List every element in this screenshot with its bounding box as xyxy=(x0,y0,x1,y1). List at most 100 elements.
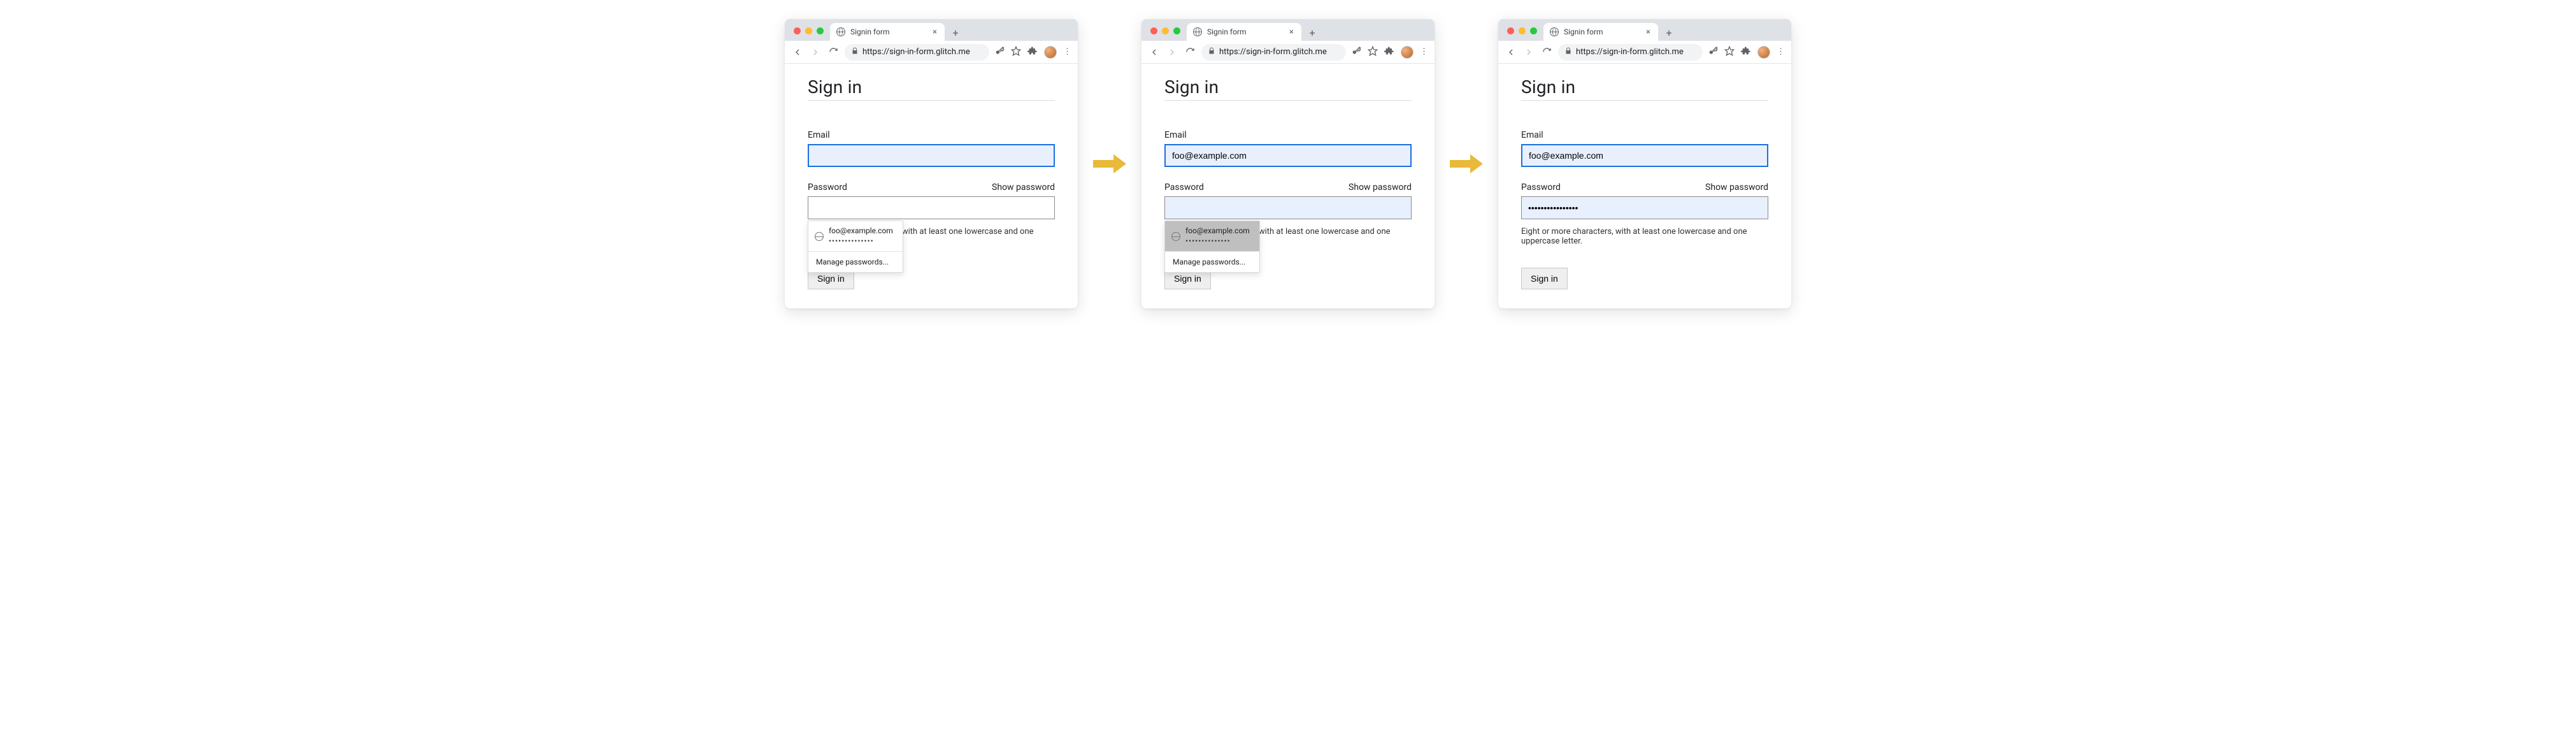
url-text: https://sign-in-form.glitch.me xyxy=(862,47,970,57)
star-icon[interactable] xyxy=(1011,46,1021,59)
globe-icon xyxy=(815,232,824,241)
page-content: Sign in Email Password Show password Eig… xyxy=(785,64,1078,308)
signin-button[interactable]: Sign in xyxy=(1521,268,1568,289)
close-window-button[interactable] xyxy=(1507,27,1514,34)
tab-strip: Signin form × + xyxy=(1498,19,1791,41)
divider xyxy=(1164,100,1412,101)
menu-button[interactable]: ⋮ xyxy=(1420,48,1428,56)
key-icon[interactable] xyxy=(1708,46,1718,59)
star-icon[interactable] xyxy=(1724,46,1735,59)
show-password-toggle[interactable]: Show password xyxy=(992,182,1055,192)
close-window-button[interactable] xyxy=(794,27,801,34)
browser-window: Signin form × + https://sign-in-form.gli… xyxy=(1498,19,1791,308)
show-password-toggle[interactable]: Show password xyxy=(1705,182,1768,192)
page-content: Sign in Email Password Show password Eig… xyxy=(1498,64,1791,308)
page-title: Sign in xyxy=(1164,76,1412,98)
lock-icon xyxy=(1564,47,1572,57)
reload-button[interactable] xyxy=(1184,46,1196,59)
extensions-icon[interactable] xyxy=(1741,46,1751,59)
autofill-dropdown: foo@example.com •••••••••••••• Manage pa… xyxy=(1164,221,1260,273)
forward-button[interactable] xyxy=(1522,46,1535,59)
tab-title: Signin form xyxy=(1564,27,1640,36)
email-field[interactable] xyxy=(1521,144,1768,167)
password-label: Password xyxy=(1521,182,1561,192)
reload-button[interactable] xyxy=(827,46,840,59)
password-label: Password xyxy=(1164,182,1204,192)
maximize-window-button[interactable] xyxy=(817,27,824,34)
browser-tab[interactable]: Signin form × xyxy=(830,23,945,41)
email-label: Email xyxy=(808,130,1055,140)
maximize-window-button[interactable] xyxy=(1530,27,1537,34)
close-window-button[interactable] xyxy=(1150,27,1157,34)
autofill-email: foo@example.com xyxy=(829,226,893,236)
browser-toolbar: https://sign-in-form.glitch.me ⋮ xyxy=(1141,41,1435,64)
close-tab-button[interactable]: × xyxy=(1645,27,1652,37)
new-tab-button[interactable]: + xyxy=(1661,24,1677,41)
browser-window: Signin form × + https://sign-in-form.gli… xyxy=(1141,19,1435,308)
extensions-icon[interactable] xyxy=(1027,46,1038,59)
browser-toolbar: https://sign-in-form.glitch.me ⋮ xyxy=(1498,41,1791,64)
star-icon[interactable] xyxy=(1368,46,1378,59)
tab-title: Signin form xyxy=(1207,27,1283,36)
menu-button[interactable]: ⋮ xyxy=(1777,48,1785,56)
close-tab-button[interactable]: × xyxy=(1288,27,1295,37)
page-title: Sign in xyxy=(808,76,1055,98)
profile-avatar[interactable] xyxy=(1401,46,1413,59)
window-controls xyxy=(1147,27,1187,41)
url-text: https://sign-in-form.glitch.me xyxy=(1576,47,1684,57)
email-field[interactable] xyxy=(1164,144,1412,167)
reload-button[interactable] xyxy=(1540,46,1553,59)
show-password-toggle[interactable]: Show password xyxy=(1349,182,1412,192)
lock-icon xyxy=(851,47,859,57)
browser-tab[interactable]: Signin form × xyxy=(1187,23,1301,41)
profile-avatar[interactable] xyxy=(1044,46,1057,59)
globe-icon xyxy=(836,27,845,36)
minimize-window-button[interactable] xyxy=(805,27,812,34)
address-bar[interactable]: https://sign-in-form.glitch.me xyxy=(1558,44,1703,61)
minimize-window-button[interactable] xyxy=(1519,27,1526,34)
back-button[interactable] xyxy=(791,46,804,59)
email-field[interactable] xyxy=(808,144,1055,167)
autofill-password-mask: •••••••••••••• xyxy=(1185,236,1250,247)
autofill-dropdown: foo@example.com •••••••••••••• Manage pa… xyxy=(808,221,903,273)
close-tab-button[interactable]: × xyxy=(931,27,938,37)
maximize-window-button[interactable] xyxy=(1173,27,1180,34)
key-icon[interactable] xyxy=(994,46,1005,59)
address-bar[interactable]: https://sign-in-form.glitch.me xyxy=(845,44,989,61)
browser-window: Signin form × + https://sign-in-form.gli… xyxy=(785,19,1078,308)
autofill-email: foo@example.com xyxy=(1185,226,1250,236)
password-hint: Eight or more characters, with at least … xyxy=(1521,227,1768,246)
manage-passwords-link[interactable]: Manage passwords... xyxy=(1165,252,1259,272)
new-tab-button[interactable]: + xyxy=(947,24,964,41)
password-field[interactable] xyxy=(1521,196,1768,219)
profile-avatar[interactable] xyxy=(1757,46,1770,59)
forward-button[interactable] xyxy=(1166,46,1178,59)
lock-icon xyxy=(1208,47,1215,57)
back-button[interactable] xyxy=(1148,46,1161,59)
browser-tab[interactable]: Signin form × xyxy=(1543,23,1658,41)
password-label: Password xyxy=(808,182,847,192)
forward-button[interactable] xyxy=(809,46,822,59)
window-controls xyxy=(1503,27,1543,41)
autofill-suggestion[interactable]: foo@example.com •••••••••••••• xyxy=(808,221,903,251)
page-content: Sign in Email Password Show password Eig… xyxy=(1141,64,1435,308)
back-button[interactable] xyxy=(1505,46,1517,59)
extensions-icon[interactable] xyxy=(1384,46,1394,59)
tab-strip: Signin form × + xyxy=(785,19,1078,41)
globe-icon xyxy=(1193,27,1202,36)
password-field[interactable] xyxy=(1164,196,1412,219)
url-text: https://sign-in-form.glitch.me xyxy=(1219,47,1327,57)
manage-passwords-link[interactable]: Manage passwords... xyxy=(808,252,903,272)
address-bar[interactable]: https://sign-in-form.glitch.me xyxy=(1201,44,1346,61)
email-label: Email xyxy=(1164,130,1412,140)
menu-button[interactable]: ⋮ xyxy=(1063,48,1071,56)
autofill-suggestion[interactable]: foo@example.com •••••••••••••• xyxy=(1165,221,1259,251)
key-icon[interactable] xyxy=(1351,46,1361,59)
window-controls xyxy=(790,27,830,41)
password-field[interactable] xyxy=(808,196,1055,219)
new-tab-button[interactable]: + xyxy=(1304,24,1320,41)
page-title: Sign in xyxy=(1521,76,1768,98)
minimize-window-button[interactable] xyxy=(1162,27,1169,34)
divider xyxy=(1521,100,1768,101)
arrow-icon xyxy=(1450,154,1483,173)
